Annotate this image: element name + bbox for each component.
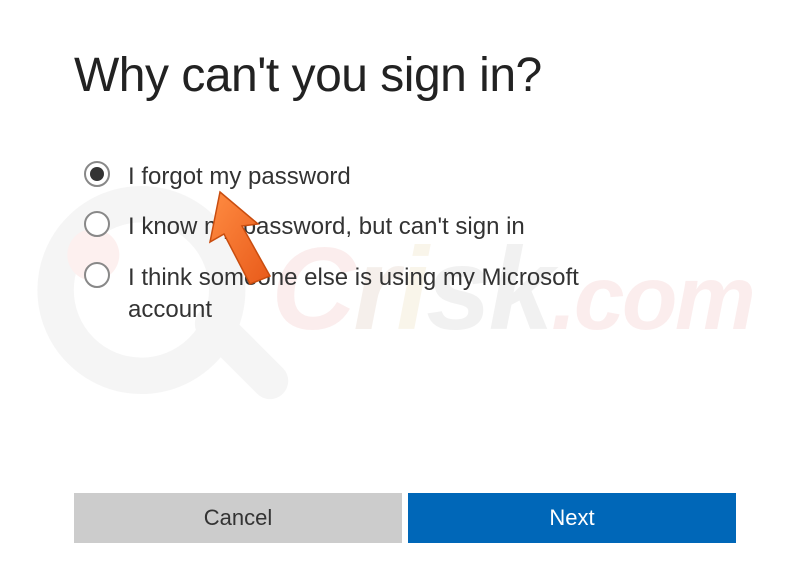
- option-know-password[interactable]: I know my password, but can't sign in: [84, 211, 716, 243]
- button-row: Cancel Next: [74, 493, 736, 543]
- option-label: I think someone else is using my Microso…: [128, 262, 668, 327]
- option-someone-else[interactable]: I think someone else is using my Microso…: [84, 262, 716, 327]
- options-group: I forgot my password I know my password,…: [84, 161, 716, 327]
- radio-know-password[interactable]: [84, 211, 110, 237]
- page-title: Why can't you sign in?: [74, 48, 716, 103]
- next-button[interactable]: Next: [408, 493, 736, 543]
- radio-someone-else[interactable]: [84, 262, 110, 288]
- option-label: I forgot my password: [128, 161, 351, 193]
- option-label: I know my password, but can't sign in: [128, 211, 525, 243]
- cancel-button[interactable]: Cancel: [74, 493, 402, 543]
- radio-forgot-password[interactable]: [84, 161, 110, 187]
- option-forgot-password[interactable]: I forgot my password: [84, 161, 716, 193]
- dialog-container: Why can't you sign in? I forgot my passw…: [0, 0, 790, 327]
